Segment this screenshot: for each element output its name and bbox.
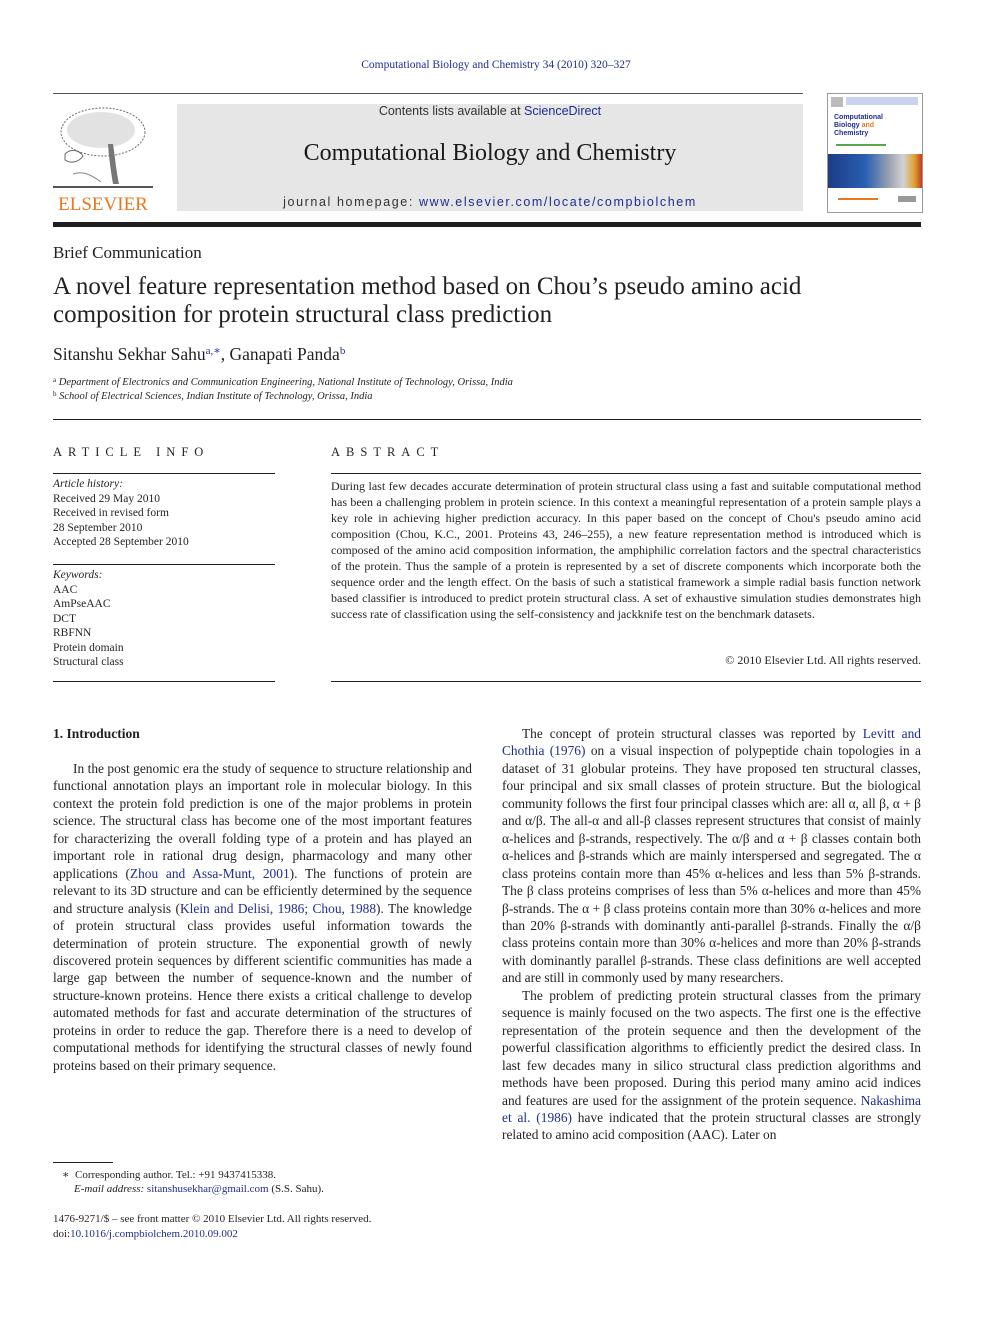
author-list: Sitanshu Sekhar Sahua,∗, Ganapati Pandab bbox=[53, 344, 346, 364]
article-history: Article history: Received 29 May 2010 Re… bbox=[53, 478, 189, 548]
keywords: Keywords: AAC AmPseAAC DCT RBFNN Protein… bbox=[53, 568, 275, 670]
abstract-text: During last few decades accurate determi… bbox=[331, 479, 921, 621]
journal-title: Computational Biology and Chemistry bbox=[303, 140, 677, 166]
email-note: E-mail address: sitanshusekhar@gmail.com… bbox=[74, 1183, 324, 1195]
doi-link[interactable]: 10.1016/j.compbiolchem.2010.09.002 bbox=[70, 1228, 238, 1240]
cover-artwork-image bbox=[828, 154, 922, 188]
cover-header-band bbox=[846, 97, 918, 105]
cover-subtitle-bar bbox=[836, 144, 886, 146]
article-info-rule bbox=[53, 564, 275, 565]
affiliation: b School of Electrical Sciences, Indian … bbox=[53, 390, 373, 402]
abstract-rule bbox=[331, 473, 921, 474]
paragraph: The problem of predicting protein struct… bbox=[502, 987, 921, 1143]
author-name[interactable]: Sitanshu Sekhar Sahu bbox=[53, 344, 206, 364]
keyword: Protein domain bbox=[53, 641, 124, 654]
masthead-bottom-rule bbox=[53, 222, 921, 227]
doi-line: doi:10.1016/j.compbiolchem.2010.09.002 bbox=[53, 1228, 238, 1240]
journal-banner: Contents lists available at ScienceDirec… bbox=[177, 104, 803, 211]
sciencedirect-link[interactable]: ScienceDirect bbox=[524, 104, 601, 118]
email-link[interactable]: sitanshusekhar@gmail.com bbox=[147, 1183, 269, 1195]
keyword: RBFNN bbox=[53, 627, 92, 639]
paragraph: In the post genomic era the study of seq… bbox=[53, 761, 472, 1073]
citation-link[interactable]: Klein and Delisi, 1986; Chou, 1988 bbox=[180, 901, 376, 916]
author-affiliation-mark[interactable]: b bbox=[340, 345, 346, 357]
keyword: DCT bbox=[53, 612, 76, 625]
cover-publisher-logo-icon bbox=[831, 97, 843, 107]
article-info-rule bbox=[53, 473, 275, 474]
affiliation: a Department of Electronics and Communic… bbox=[53, 376, 513, 388]
keyword: Structural class bbox=[53, 656, 124, 668]
abstract-rule bbox=[331, 681, 921, 682]
article-type: Brief Communication bbox=[53, 243, 202, 262]
body-column-right: The concept of protein structural classe… bbox=[502, 725, 921, 1144]
homepage-line: journal homepage: www.elsevier.com/locat… bbox=[283, 195, 697, 209]
keyword: AAC bbox=[53, 583, 78, 596]
contents-line: Contents lists available at ScienceDirec… bbox=[378, 104, 602, 118]
masthead-top-rule bbox=[53, 93, 803, 94]
body-column-left: In the post genomic era the study of seq… bbox=[53, 760, 472, 1074]
cover-footer-logo-icon bbox=[898, 196, 916, 202]
cover-footer-bar bbox=[838, 198, 878, 200]
corresponding-author-note: ∗ Corresponding author. Tel.: +91 943741… bbox=[62, 1169, 277, 1181]
citation-link[interactable]: Zhou and Assa-Munt, 2001 bbox=[130, 866, 290, 881]
journal-homepage-link[interactable]: www.elsevier.com/locate/compbiolchem bbox=[419, 195, 697, 209]
journal-cover-thumbnail[interactable]: Computational Biology and Chemistry bbox=[827, 93, 923, 213]
abstract-heading: ABSTRACT bbox=[331, 445, 445, 459]
footnote-rule bbox=[53, 1162, 113, 1163]
cover-title: Computational Biology and Chemistry bbox=[834, 114, 883, 137]
article-info-rule bbox=[53, 681, 275, 682]
author-name[interactable]: Ganapati Panda bbox=[230, 344, 340, 364]
journal-citation-link[interactable]: Computational Biology and Chemistry 34 (… bbox=[361, 59, 631, 71]
keyword: AmPseAAC bbox=[53, 598, 111, 610]
author-affiliation-mark[interactable]: a,∗ bbox=[206, 345, 221, 357]
section-heading-introduction: 1. Introduction bbox=[53, 726, 140, 741]
abstract-copyright: © 2010 Elsevier Ltd. All rights reserved… bbox=[725, 653, 921, 667]
paragraph: The concept of protein structural classe… bbox=[502, 726, 921, 986]
article-info-heading: ARTICLE INFO bbox=[53, 445, 210, 459]
issn-line: 1476-9271/$ – see front matter © 2010 El… bbox=[53, 1213, 372, 1225]
paper-title: A novel feature representation method ba… bbox=[53, 273, 802, 328]
running-head: Computational Biology and Chemistry 34 (… bbox=[0, 59, 992, 71]
header-divider bbox=[53, 419, 921, 420]
elsevier-wordmark: ELSEVIER bbox=[58, 194, 148, 215]
